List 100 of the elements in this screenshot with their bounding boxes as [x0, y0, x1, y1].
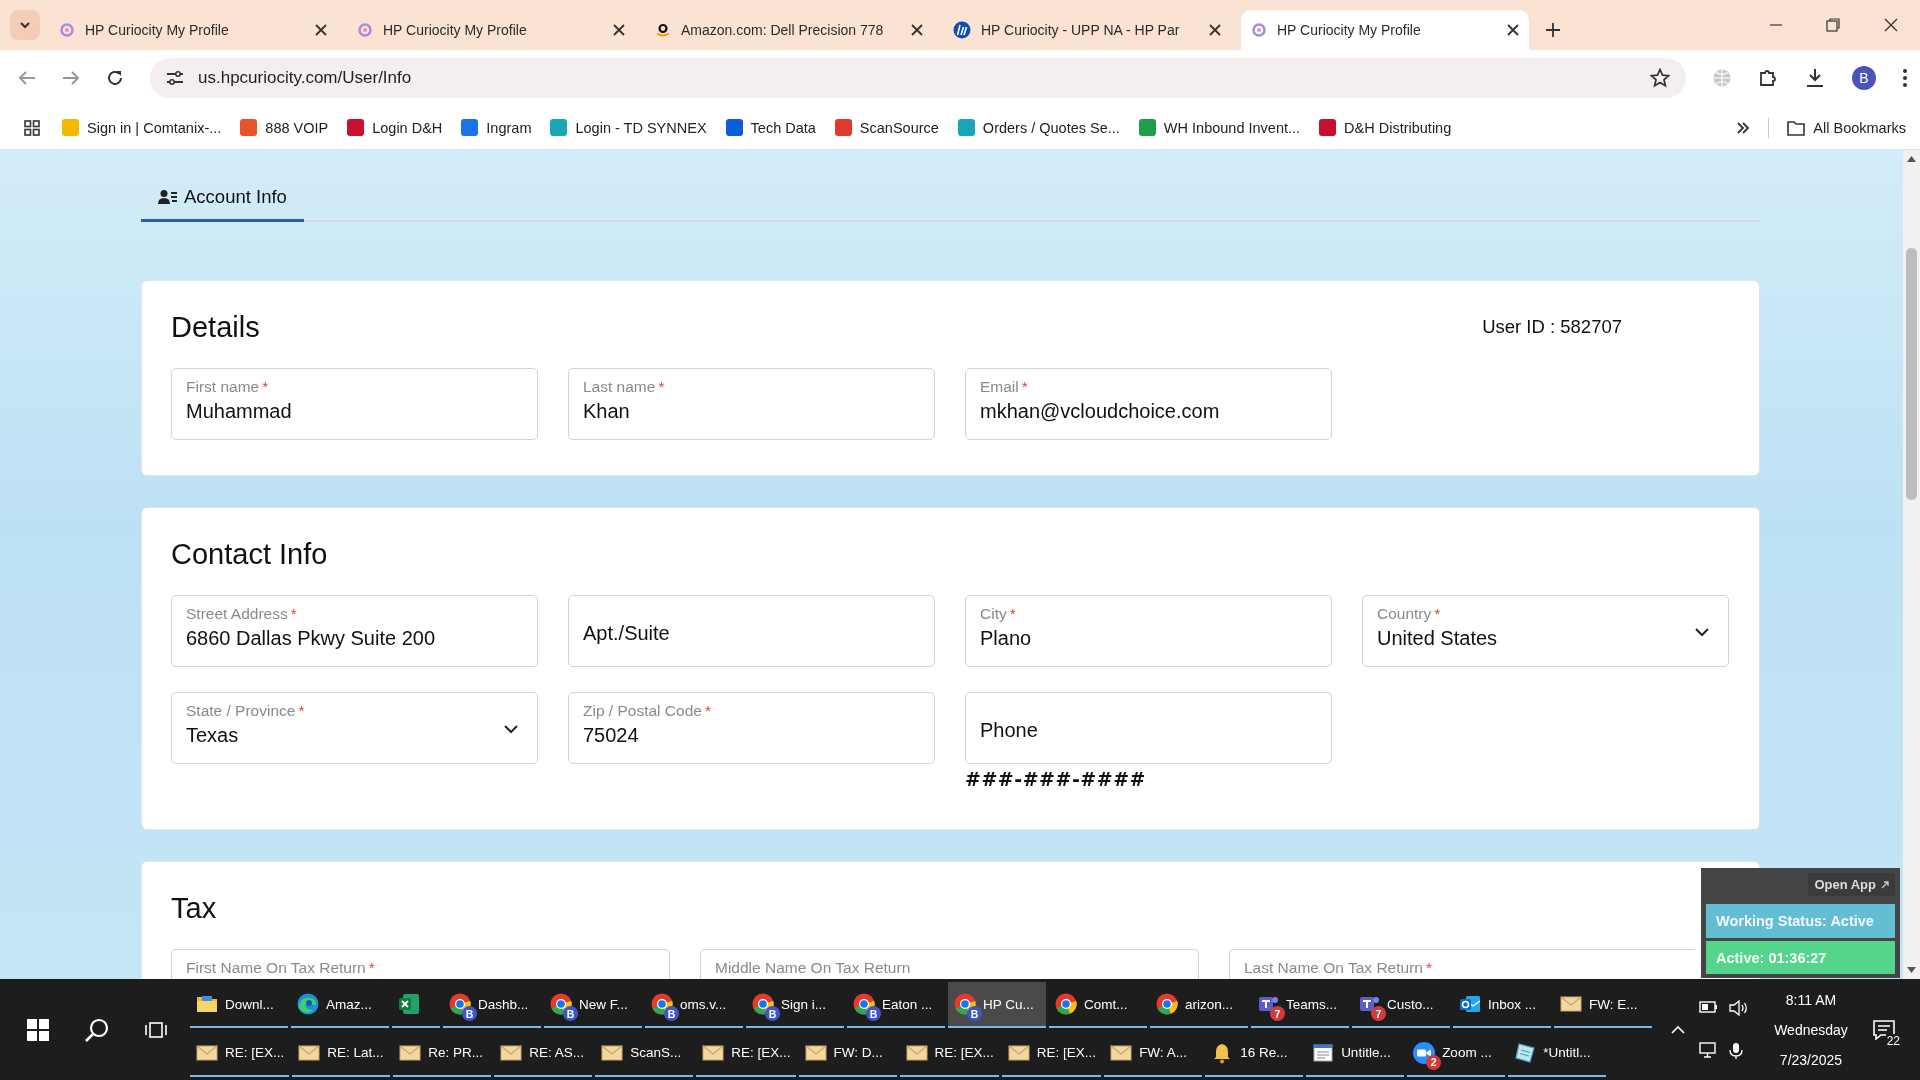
text-field[interactable]: City * Plano [965, 595, 1332, 667]
search-icon[interactable] [84, 1016, 110, 1043]
bookmark-link[interactable]: WH Inbound Invent... [1138, 119, 1301, 136]
select-field[interactable]: State / Province * Texas [171, 692, 538, 764]
taskbar-button[interactable]: RE: [EX... [696, 1030, 796, 1077]
taskbar-button[interactable]: ScanS... [595, 1030, 694, 1077]
text-field[interactable]: Apt./Suite [568, 595, 935, 667]
browser-tab[interactable]: HP Curiocity My Profile [1241, 10, 1529, 50]
restore-icon[interactable] [1826, 18, 1840, 32]
star-icon[interactable] [1650, 68, 1670, 88]
taskbar-button[interactable]: Comt... [1049, 982, 1147, 1029]
field-label: Middle Name On Tax Return [715, 959, 912, 977]
tab-search-button[interactable] [10, 10, 40, 40]
ring-logo-icon [357, 22, 373, 38]
apps-grid-icon[interactable] [24, 119, 40, 136]
text-field[interactable]: First name * Muhammad [171, 368, 538, 440]
taskbar-button[interactable]: RE: AS... [494, 1030, 593, 1077]
forward-arrow-icon[interactable] [62, 69, 80, 87]
bookmark-link[interactable]: 888 VOIP [240, 119, 329, 136]
bookmark-link[interactable]: D&H Distributing [1319, 119, 1452, 136]
page-tab[interactable]: Account Info [141, 175, 304, 222]
clock[interactable]: 8:11 AM Wednesday 7/23/2025 [1759, 984, 1863, 1075]
taskbar-button[interactable]: 16 Re... [1205, 1030, 1304, 1077]
browser-tab[interactable]: Amazon.com: Dell Precision 778 [645, 10, 933, 50]
microphone-icon[interactable] [1729, 1041, 1743, 1060]
taskbar-button[interactable]: RE: [EX... [1001, 1030, 1102, 1077]
text-field[interactable]: Phone [965, 692, 1332, 764]
taskbar-button[interactable]: B Dashb... [443, 982, 541, 1029]
bookmark-link[interactable]: Tech Data [725, 119, 816, 136]
reload-icon[interactable] [106, 69, 124, 87]
browser-tab[interactable]: HP Curiocity My Profile [49, 10, 337, 50]
all-bookmarks-link[interactable]: All Bookmarks [1787, 119, 1906, 136]
taskbar-button[interactable]: Downl... [190, 982, 288, 1029]
bookmark-link[interactable]: Ingram [461, 119, 532, 136]
download-icon[interactable] [1804, 67, 1826, 89]
text-field[interactable]: Zip / Postal Code * 75024 [568, 692, 935, 764]
taskbar-button[interactable]: 2 Zoom ... [1407, 1030, 1506, 1077]
badge: B [563, 1006, 578, 1022]
scroll-down-icon[interactable] [1907, 967, 1916, 973]
taskbar-button[interactable]: B HP Cu... [948, 982, 1046, 1029]
bookmark-link[interactable]: Orders / Quotes Se... [957, 119, 1120, 136]
bookmark-link[interactable]: ScanSource [834, 119, 939, 136]
badge: B [462, 1006, 477, 1022]
taskbar-button[interactable]: Amaz... [291, 982, 389, 1029]
bookmark-link[interactable]: Login D&H [347, 119, 443, 136]
close-icon[interactable] [1507, 24, 1519, 36]
browser-tab[interactable]: HP Curiocity - UPP NA - HP Par [943, 10, 1231, 50]
user-id: User ID : 582707 [1482, 316, 1622, 338]
profile-avatar[interactable]: B [1852, 66, 1876, 90]
taskbar-button[interactable]: *Untitl... [1508, 1030, 1607, 1077]
taskbar-button[interactable]: Untitle... [1306, 1030, 1405, 1077]
taskbar-button[interactable]: Re: PR... [393, 1030, 492, 1077]
badge: B [664, 1006, 679, 1022]
close-icon[interactable] [1209, 24, 1221, 36]
site-settings-icon[interactable] [166, 70, 184, 86]
select-field[interactable]: Country * United States [1362, 595, 1729, 667]
browser-icon [751, 992, 775, 1017]
taskbar-button[interactable]: B oms.v... [645, 982, 743, 1029]
browser-tab[interactable]: HP Curiocity My Profile [347, 10, 635, 50]
text-field[interactable]: Street Address * 6860 Dallas Pkwy Suite 200 [171, 595, 538, 667]
bookmark-link[interactable]: Sign in | Comtanix-... [62, 119, 222, 136]
back-arrow-icon[interactable] [18, 69, 36, 87]
scrollbar-thumb[interactable] [1906, 248, 1917, 500]
ring-logo-icon [1251, 22, 1267, 38]
close-icon[interactable] [613, 24, 625, 36]
windows-logo-icon[interactable] [27, 1018, 50, 1041]
battery-icon[interactable] [1699, 999, 1719, 1014]
taskbar-button[interactable]: Inbox ... [1453, 982, 1551, 1029]
text-field[interactable]: Email * mkhan@vcloudchoice.com [965, 368, 1332, 440]
menu-icon[interactable] [1902, 68, 1908, 88]
caret-up-icon[interactable] [1671, 1024, 1685, 1035]
taskbar-button[interactable]: B Sign i... [746, 982, 844, 1029]
taskbar-button[interactable]: RE: Lat... [292, 1030, 391, 1077]
chevron-down-icon [1694, 627, 1710, 637]
monitor-icon[interactable] [1699, 1041, 1719, 1058]
close-icon[interactable] [315, 24, 327, 36]
volume-icon[interactable] [1729, 999, 1749, 1016]
scroll-up-icon[interactable] [1907, 156, 1916, 162]
field-label: First Name On Tax Return * [186, 959, 376, 977]
taskbar-button[interactable]: B New F... [544, 982, 642, 1029]
chevrons-right-icon[interactable] [1736, 120, 1751, 135]
taskbar-button[interactable]: RE: [EX... [899, 1030, 999, 1077]
taskbar-button[interactable]: FW: A... [1104, 1030, 1203, 1077]
taskbar-button[interactable]: 7 Custo... [1352, 982, 1450, 1029]
taskbar-button[interactable]: arizon... [1150, 982, 1248, 1029]
plus-icon[interactable] [1545, 22, 1561, 38]
close-icon[interactable] [1884, 18, 1898, 32]
close-icon[interactable] [911, 24, 923, 36]
puzzle-icon[interactable] [1758, 68, 1778, 88]
address-bar[interactable]: us.hpcuriocity.com/User/Info [150, 58, 1686, 98]
taskbar-button[interactable]: FW: D... [798, 1030, 897, 1077]
open-app-button[interactable]: Open App [1808, 873, 1895, 896]
taskbar-button[interactable]: FW: E... [1554, 982, 1652, 1029]
taskbar-button[interactable]: B Eaton ... [847, 982, 945, 1029]
bookmark-link[interactable]: Login - TD SYNNEX [550, 119, 707, 136]
text-field[interactable]: Last name * Khan [568, 368, 935, 440]
taskbar-button[interactable]: 7 Teams... [1251, 982, 1349, 1029]
taskbar-button[interactable]: RE: [EX... [190, 1030, 290, 1077]
round-logo-icon [953, 21, 971, 39]
section-title: Contact Info [171, 537, 328, 572]
